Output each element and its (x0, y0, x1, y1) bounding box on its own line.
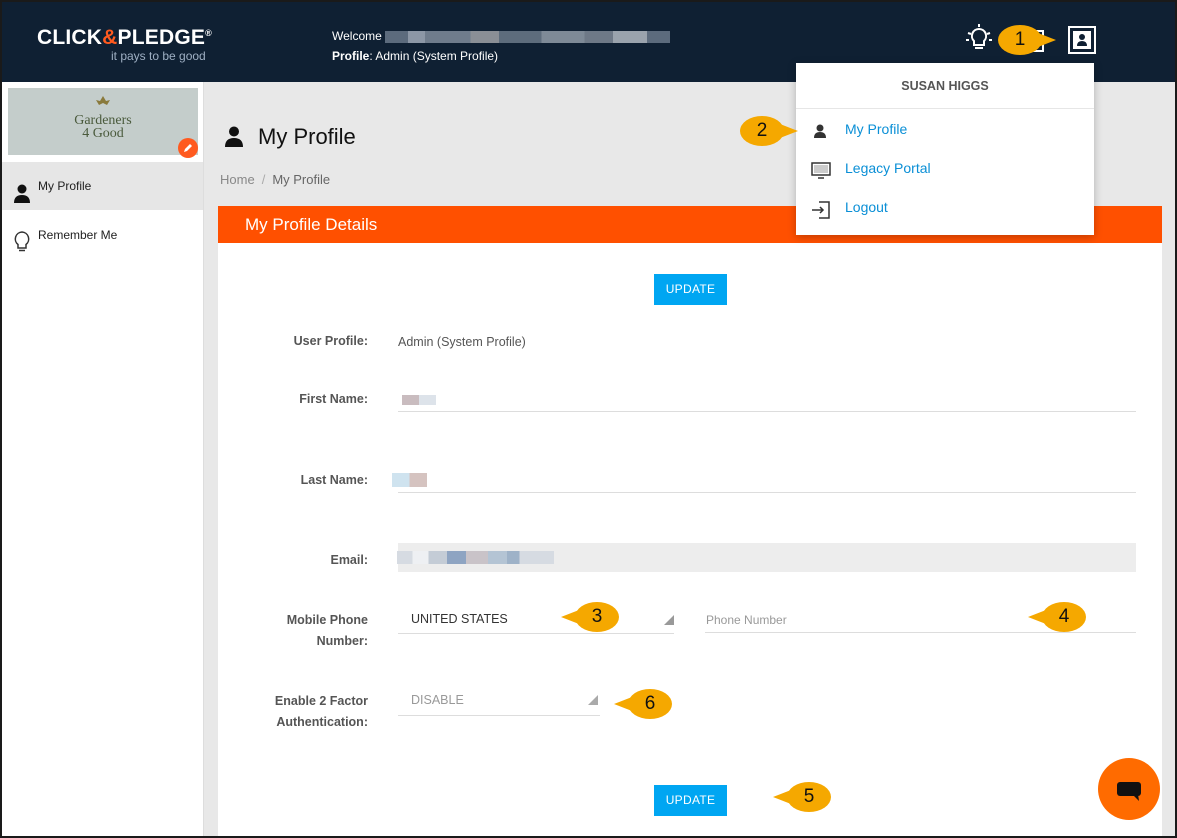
user-account-icon[interactable] (1068, 26, 1096, 54)
phone-number-input[interactable] (705, 632, 1136, 633)
logo-wordmark: CLICK&PLEDGE® (37, 26, 212, 49)
organization-logo: Gardeners 4 Good (8, 88, 198, 155)
page-title: My Profile (258, 124, 356, 149)
redacted-last-name (392, 473, 427, 487)
logo-tagline: it pays to be good (111, 49, 206, 63)
app-window: CLICK&PLEDGE® it pays to be good Welcome… (0, 0, 1177, 838)
menu-item-legacy-portal[interactable]: Legacy Portal (796, 150, 1094, 186)
last-name-label: Last Name: (300, 473, 368, 487)
redacted-first-name (402, 395, 436, 405)
callout-2: 2 (740, 116, 798, 146)
chat-button[interactable] (1098, 758, 1160, 820)
breadcrumb-current: My Profile (272, 172, 331, 187)
callout-3: 3 (561, 602, 619, 632)
two-factor-select[interactable] (398, 715, 600, 716)
callout-1: 1 (998, 25, 1056, 55)
sidebar-item-remember-me[interactable]: Remember Me (2, 211, 203, 259)
country-select[interactable] (398, 633, 674, 634)
menu-divider (796, 108, 1094, 109)
profile-label: Profile (332, 49, 370, 63)
leaf-icon (96, 96, 110, 105)
breadcrumb: Home / My Profile (220, 172, 330, 187)
breadcrumb-home[interactable]: Home (220, 172, 255, 187)
lightbulb-icon (13, 225, 31, 273)
update-button-bottom[interactable]: UPDATE (654, 785, 727, 816)
first-name-field[interactable] (398, 411, 1136, 412)
sidebar: Gardeners 4 Good My Profile Remember Me (2, 82, 204, 836)
callout-4: 4 (1028, 602, 1086, 632)
callout-6: 6 (614, 689, 672, 719)
sidebar-item-label: My Profile (38, 179, 92, 193)
update-button-top[interactable]: UPDATE (654, 274, 727, 305)
sidebar-item-label: Remember Me (38, 228, 118, 242)
welcome-label: Welcome (332, 29, 382, 43)
menu-user-name: SUSAN HIGGS (901, 79, 989, 93)
organization-logo-text: Gardeners 4 Good (74, 113, 132, 141)
lightbulb-icon[interactable] (964, 24, 994, 57)
callout-5: 5 (773, 782, 831, 812)
breadcrumb-separator: / (261, 172, 266, 187)
sidebar-item-my-profile[interactable]: My Profile (2, 162, 203, 210)
logout-icon (810, 197, 832, 233)
click-and-pledge-logo[interactable]: CLICK&PLEDGE® it pays to be good (37, 26, 212, 63)
menu-item-logout[interactable]: Logout (796, 189, 1094, 225)
user-profile-value: Admin (System Profile) (398, 335, 526, 349)
edit-logo-icon[interactable] (178, 138, 198, 158)
welcome-block: Welcome Profile: Admin (System Profile) (332, 26, 671, 66)
chat-icon (1117, 782, 1141, 801)
user-profile-label: User Profile: (293, 334, 368, 348)
two-factor-select-value: DISABLE (411, 693, 464, 707)
two-factor-dropdown-arrow-icon[interactable] (588, 695, 598, 705)
country-dropdown-arrow-icon[interactable] (664, 615, 674, 625)
redacted-email (397, 551, 554, 564)
redacted-user-name (385, 30, 671, 43)
menu-item-my-profile[interactable]: My Profile (796, 111, 1094, 147)
user-dropdown-menu: SUSAN HIGGS My Profile Legacy Portal Log… (796, 63, 1094, 235)
two-factor-label: Enable 2 Factor Authentication: (274, 694, 368, 729)
phone-number-placeholder: Phone Number (706, 613, 787, 627)
person-icon (224, 126, 244, 153)
last-name-field[interactable] (398, 492, 1136, 493)
country-select-value: UNITED STATES (411, 612, 508, 626)
email-label: Email: (330, 553, 368, 567)
profile-value: : Admin (System Profile) (369, 49, 499, 63)
mobile-phone-label: Mobile Phone Number: (286, 613, 368, 648)
first-name-label: First Name: (299, 392, 368, 406)
